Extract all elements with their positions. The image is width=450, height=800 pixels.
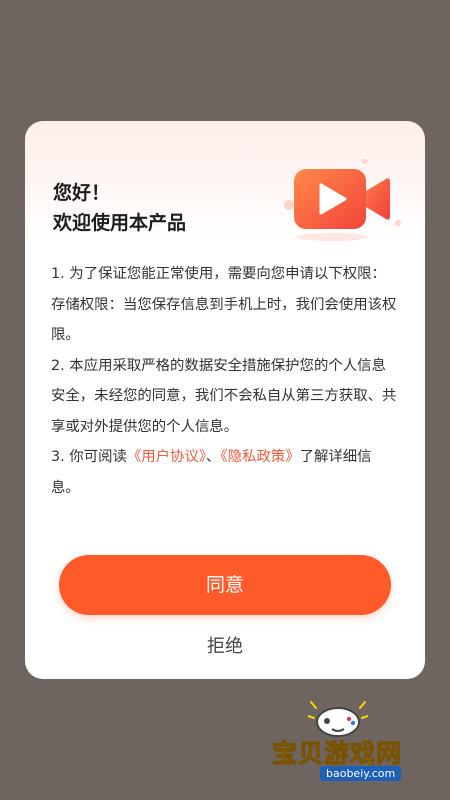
privacy-policy-link[interactable]: 《隐私政策》 bbox=[220, 449, 299, 465]
greeting: 您好！ 欢迎使用本产品 bbox=[53, 178, 186, 238]
watermark-url: baobeiy.com bbox=[320, 766, 402, 781]
permission-paragraph-3: 3. 你可阅读《用户协议》、《隐私政策》了解详细信息。 bbox=[51, 442, 399, 503]
permission-paragraph-2: 2. 本应用采取严格的数据安全措施保护您的个人信息安全，未经您的同意，我们不会私… bbox=[51, 357, 397, 435]
gamepad-mascot-icon bbox=[308, 701, 368, 737]
user-agreement-link[interactable]: 《用户协议》 bbox=[127, 449, 206, 465]
permission-body: 1. 为了保证您能正常使用，需要向您申请以下权限：存储权限：当您保存信息到手机上… bbox=[51, 259, 399, 503]
greeting-line-1: 您好！ bbox=[53, 182, 111, 204]
watermark-text: 宝贝游戏网 bbox=[271, 739, 403, 769]
video-camera-icon bbox=[284, 159, 401, 241]
greeting-line-2: 欢迎使用本产品 bbox=[53, 212, 187, 234]
permission-dialog: 您好！ 欢迎使用本产品 1. 为了保证您能正常使用，需要向您申请以下权限：存储权… bbox=[25, 121, 425, 679]
permission-paragraph-1: 1. 为了保证您能正常使用，需要向您申请以下权限：存储权限：当您保存信息到手机上… bbox=[51, 266, 397, 343]
paragraph-3-prefix: 3. 你可阅读 bbox=[51, 449, 127, 465]
link-separator: 、 bbox=[206, 449, 221, 465]
screen: 您好！ 欢迎使用本产品 1. 为了保证您能正常使用，需要向您申请以下权限：存储权… bbox=[0, 0, 450, 800]
reject-button[interactable]: 拒绝 bbox=[175, 629, 275, 665]
site-watermark: 宝贝游戏网 baobeiy.com bbox=[268, 700, 448, 790]
agree-button[interactable]: 同意 bbox=[59, 555, 391, 615]
